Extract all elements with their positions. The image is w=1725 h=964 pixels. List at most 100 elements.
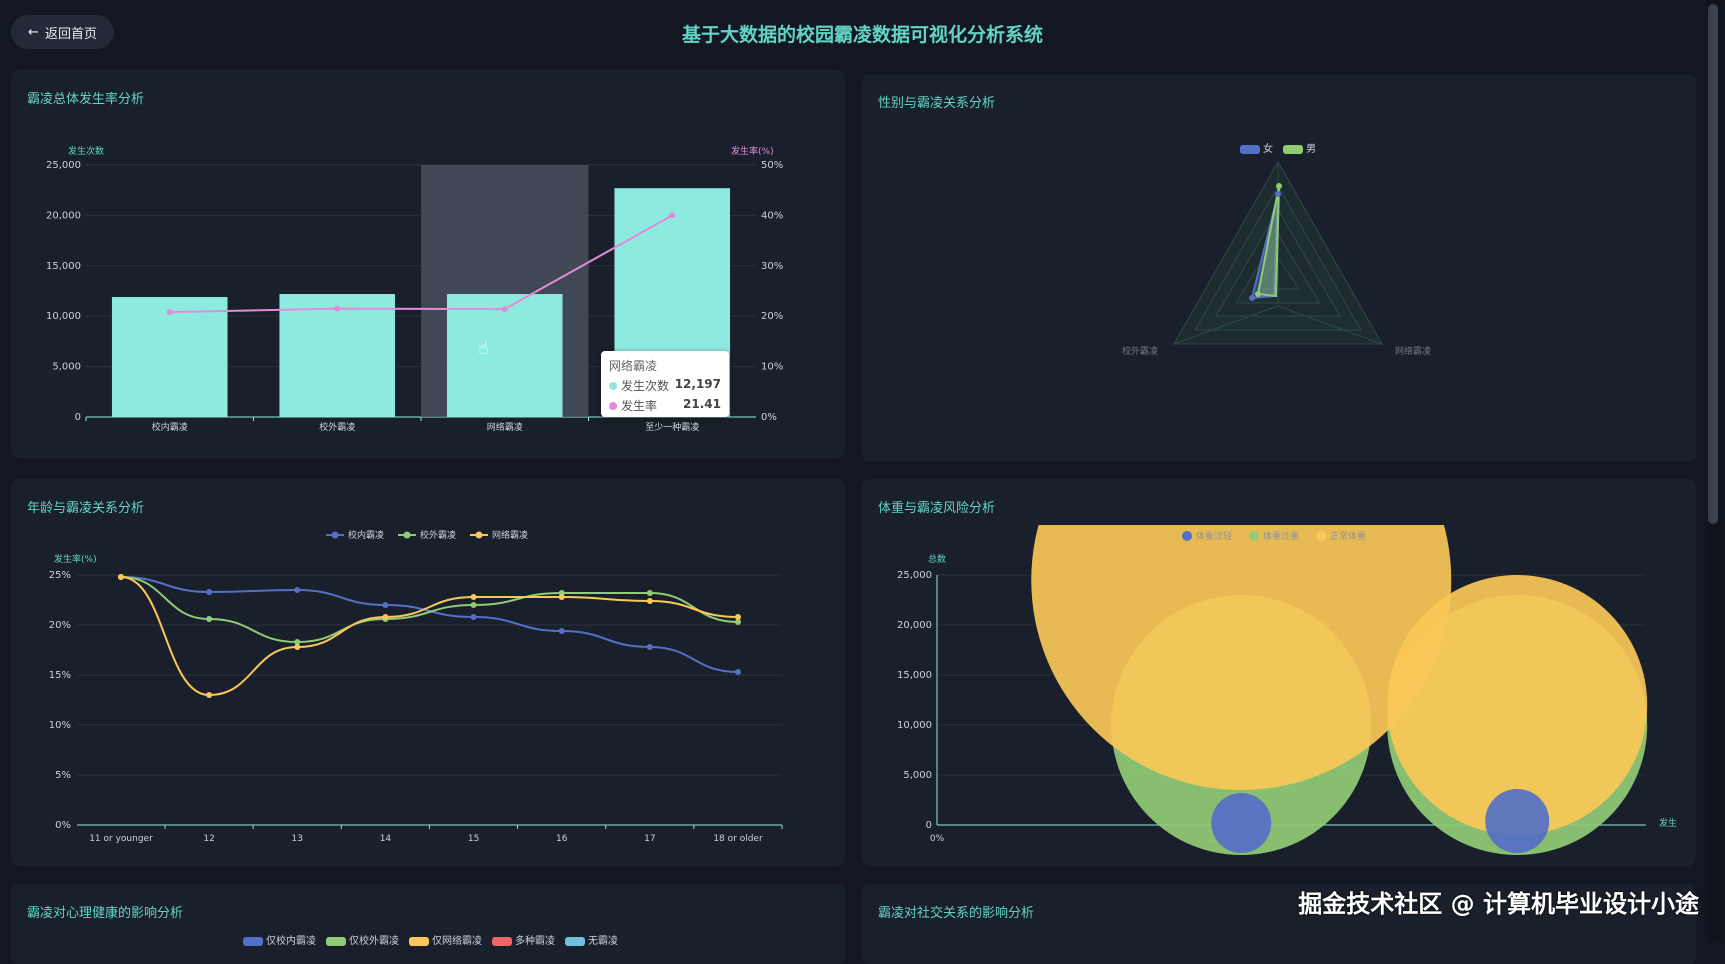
tooltip-dot-icon: [609, 402, 617, 410]
mental-legend-item[interactable]: 多种霸凌: [492, 932, 555, 947]
legend-swatch: [565, 936, 585, 946]
series-point: [118, 574, 124, 580]
x-tick-label: 16: [556, 834, 568, 844]
legend-marker: [403, 531, 411, 539]
y-tick-label: 20%: [49, 620, 71, 631]
series-point: [382, 602, 389, 608]
series-point: [470, 602, 477, 608]
y-axis-name: 发生率(%): [54, 553, 97, 565]
y-tick-label: 20,000: [46, 210, 81, 221]
legend-label: 校外霸凌: [420, 529, 456, 541]
tooltip-row-count: 发生次数 12,197: [609, 377, 721, 394]
radar-point: [1276, 183, 1282, 189]
bubble: [1485, 789, 1550, 853]
legend-label: 正常体重: [1330, 530, 1366, 542]
series-point: [206, 589, 213, 595]
y-axis-name-left: 发生次数: [68, 145, 104, 157]
mental-legend-item[interactable]: 仅校外霸凌: [326, 932, 399, 947]
y-tick-label: 10,000: [46, 311, 81, 322]
x-tick-label: 0%: [930, 834, 945, 844]
legend-swatch: [409, 936, 429, 946]
pointer-cursor-icon: ☝: [478, 338, 489, 359]
mental-legend-item[interactable]: 仅网络霸凌: [409, 932, 482, 947]
x-axis-name: 发生: [1659, 817, 1677, 829]
age-line-chart[interactable]: 发生率(%) 0% 5% 10% 15% 20% 25% 11 or younger 12 13 1…: [11, 479, 845, 866]
scrollbar-thumb[interactable]: [1708, 4, 1718, 524]
y-tick-label: 10,000: [897, 720, 932, 731]
legend-label: 体重过轻: [1196, 530, 1232, 542]
bar: [279, 294, 396, 417]
bubble: [1031, 525, 1452, 790]
radar-point: [1255, 291, 1261, 297]
x-tick-label: 网络霸凌: [487, 421, 523, 433]
tooltip-title: 网络霸凌: [609, 359, 658, 373]
legend-swatch: [243, 936, 263, 946]
tooltip-dot-icon: [609, 382, 617, 390]
mental-legend-item[interactable]: 无霸凌: [565, 932, 618, 947]
y-tick-label: 25,000: [897, 570, 932, 581]
x-tick-label: 18 or older: [713, 834, 763, 844]
y2-tick-label: 10%: [761, 362, 783, 373]
tooltip: 网络霸凌 发生次数 12,197 发生率 21.41: [601, 351, 729, 417]
series-point: [470, 594, 477, 600]
series-point: [646, 598, 653, 604]
legend-label: 校内霸凌: [348, 529, 384, 541]
legend-swatch: [326, 936, 346, 946]
panel-mental: 霸凌对心理健康的影响分析 仅校内霸凌 仅校外霸凌 仅网络霸凌 多种霸凌 无霸凌: [11, 884, 845, 964]
panel-age: 年龄与霸凌关系分析 发生率(%) 0% 5% 10% 15% 20% 25% 11 or yo…: [11, 479, 845, 866]
y-tick-label: 25,000: [46, 160, 81, 171]
legend-marker: [475, 531, 483, 539]
y2-tick-label: 0%: [761, 412, 777, 423]
y-tick-label: 15,000: [46, 261, 81, 272]
legend-marker: [1316, 531, 1326, 541]
mental-legend-item[interactable]: 仅校内霸凌: [243, 932, 316, 947]
y-axis-name-right: 发生率(%): [731, 145, 774, 157]
panel-overall: 霸凌总体发生率分析 发生次数 发生率(%) 0 0% 5,000 10% 10,000 20%…: [11, 70, 845, 458]
x-tick-label: 17: [644, 834, 655, 844]
y-tick-label: 0: [926, 820, 932, 831]
panel-title-social: 霸凌对社交关系的影响分析: [878, 906, 1035, 921]
series-point: [558, 628, 565, 634]
series-point: [470, 614, 477, 620]
y-axis-name: 总数: [928, 553, 946, 565]
age-legend[interactable]: 校内霸凌 校外霸凌 网络霸凌: [326, 529, 528, 541]
x-tick-label: 15: [468, 834, 479, 844]
series-point: [735, 614, 741, 620]
weight-legend[interactable]: 体重过轻 体重过重 正常体重: [1182, 530, 1366, 542]
rate-point: [334, 305, 341, 312]
series-point: [294, 587, 301, 593]
series-point: [558, 594, 565, 600]
x-tick-label: 13: [292, 834, 303, 844]
y-tick-label: 15%: [49, 670, 71, 681]
bubble: [1211, 793, 1272, 853]
radar-axis-right-label: 网络霸凌: [1395, 345, 1431, 357]
x-tick-label: 14: [380, 834, 392, 844]
x-tick-label: 至少一种霸凌: [645, 421, 699, 433]
legend-label: 网络霸凌: [492, 529, 528, 541]
radar-axis-left-label: 校外霸凌: [1122, 345, 1158, 357]
tooltip-row2-label: 发生率: [621, 399, 658, 413]
legend-marker: [331, 531, 339, 539]
series-point: [206, 692, 213, 698]
series-point: [646, 644, 653, 650]
y2-tick-label: 30%: [761, 261, 783, 272]
mental-legend: 仅校内霸凌 仅校外霸凌 仅网络霸凌 多种霸凌 无霸凌: [243, 932, 618, 947]
y-tick-label: 15,000: [897, 670, 932, 681]
gender-radar-chart[interactable]: 校外霸凌 网络霸凌: [862, 74, 1696, 462]
y-tick-label: 25%: [49, 570, 71, 581]
y-tick-label: 0: [75, 412, 81, 423]
x-tick-label: 校外霸凌: [319, 421, 355, 433]
rate-point: [669, 212, 676, 219]
y2-tick-label: 40%: [761, 210, 783, 221]
watermark: 掘金技术社区 @ 计算机毕业设计小途: [1298, 890, 1699, 918]
x-tick-label: 12: [203, 834, 214, 844]
series-point: [294, 644, 301, 650]
scrollbar[interactable]: [1707, 0, 1723, 942]
tooltip-row-rate: 发生率 21.41: [609, 397, 721, 414]
series-point: [206, 616, 213, 622]
rate-point: [501, 306, 508, 313]
x-tick-label: 校内霸凌: [152, 421, 188, 433]
page-title: 基于大数据的校园霸凌数据可视化分析系统: [681, 24, 1043, 46]
weight-bubble-chart[interactable]: 总数发生05,00010,00015,00020,00025,0000%20%4…: [862, 479, 1696, 866]
series-line: [120, 576, 739, 644]
